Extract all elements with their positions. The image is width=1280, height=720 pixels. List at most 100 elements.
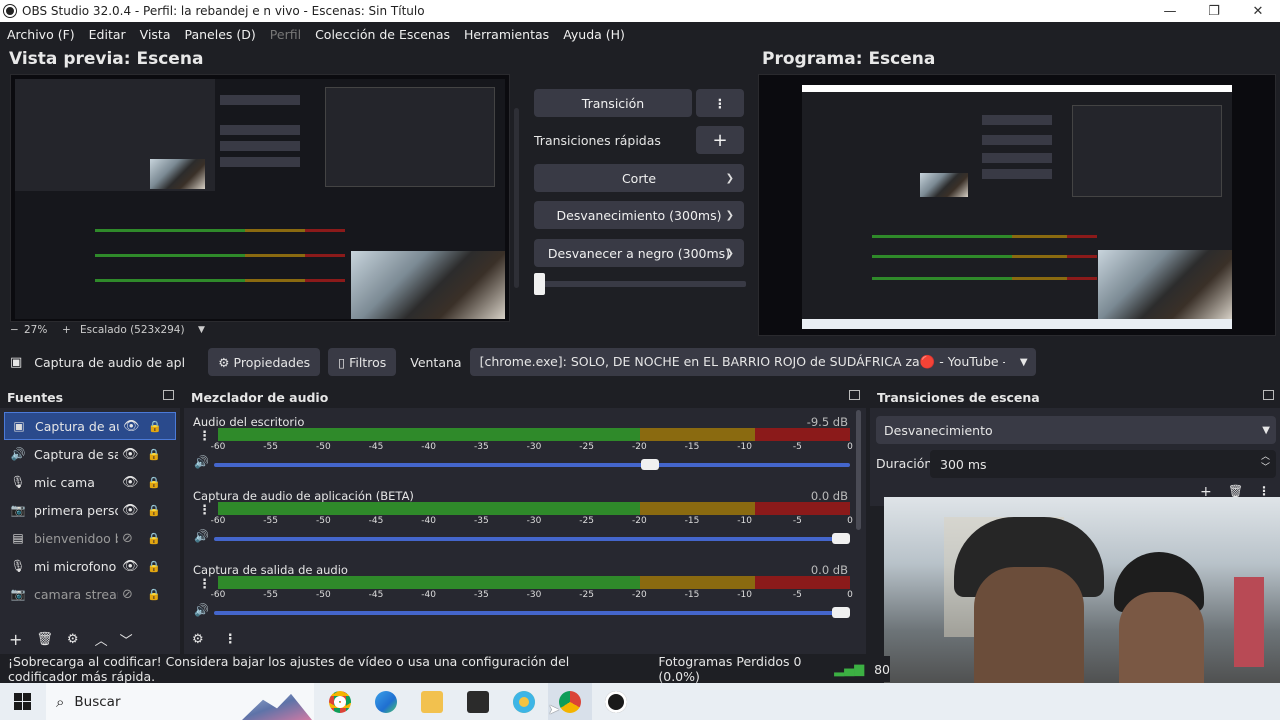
source-item[interactable]: 🎙 mic cama 👁 🔒	[4, 468, 176, 496]
scale-dropdown-icon[interactable]: ▼	[198, 325, 205, 335]
zoom-in-button[interactable]: +	[62, 324, 80, 336]
preview-scrollbar[interactable]	[514, 108, 519, 288]
sources-footer: + 🗑 ⚙ ︿ ﹀	[0, 624, 180, 654]
meter-tick-label: -15	[684, 516, 700, 526]
source-item-label: bienvenidoo bg	[34, 530, 118, 546]
program-canvas	[758, 74, 1276, 336]
speaker-icon[interactable]: 🔊	[194, 529, 209, 543]
window-select[interactable]: [chrome.exe]: SOLO, DE NOCHE en EL BARRI…	[469, 348, 1036, 376]
add-source-icon[interactable]: +	[9, 630, 22, 649]
menu-item-5[interactable]: Colección de Escenas	[315, 27, 450, 42]
zoom-out-button[interactable]: −	[10, 324, 24, 336]
windows-start-icon[interactable]	[14, 693, 31, 710]
volume-slider-handle[interactable]	[641, 459, 660, 470]
lock-icon[interactable]: 🔒	[147, 448, 161, 461]
lock-icon[interactable]: 🔒	[147, 476, 161, 489]
lock-icon[interactable]: 🔒	[147, 504, 161, 517]
volume-slider[interactable]	[214, 459, 850, 470]
quick-transition-cut[interactable]: Corte ❯	[534, 164, 744, 192]
sources-title: Fuentes	[7, 389, 64, 405]
lock-icon[interactable]: 🔒	[147, 588, 161, 601]
eye-icon[interactable]: 👁	[122, 447, 139, 462]
mixer-channel: Captura de salida de audio 0.0 dB ⋮ -60 -55 -…	[190, 563, 853, 637]
maximize-button[interactable]: ❐	[1192, 0, 1236, 22]
transition-select[interactable]: Desvanecimiento ▼	[876, 416, 1276, 444]
remove-transition-icon[interactable]: 🗑	[1228, 484, 1243, 498]
source-item[interactable]: 📷 camara streamer ⊘ 🔒	[4, 580, 176, 608]
channel-menu-kebab-icon[interactable]: ⋮	[198, 577, 211, 592]
source-item[interactable]: ▤ bienvenidoo bg ⊘ 🔒	[4, 524, 176, 552]
source-properties-icon[interactable]: ⚙	[67, 632, 79, 647]
meter-tick-label: -25	[579, 516, 595, 526]
volume-slider[interactable]	[214, 533, 850, 544]
meter-tick-label: -5	[792, 516, 802, 526]
source-item[interactable]: 🔊 Captura de salida de audio 👁 🔒	[4, 440, 176, 468]
eye-icon[interactable]: 👁	[122, 559, 139, 574]
menu-item-4[interactable]: Perfil	[270, 27, 301, 42]
undock-icon[interactable]	[163, 390, 174, 400]
minimize-button[interactable]: —	[1148, 0, 1192, 22]
menu-item-1[interactable]: Editar	[89, 27, 126, 42]
add-quick-transition-button[interactable]: +	[696, 126, 744, 154]
menu-item-7[interactable]: Ayuda (H)	[563, 27, 625, 42]
menu-item-2[interactable]: Vista	[140, 27, 171, 42]
channel-menu-kebab-icon[interactable]: ⋮	[198, 429, 211, 444]
remove-source-icon[interactable]: 🗑	[36, 632, 53, 647]
edge-icon[interactable]	[375, 691, 397, 713]
transition-menu-kebab-icon[interactable]: ⋮	[696, 89, 744, 117]
lock-icon[interactable]: 🔒	[148, 420, 162, 433]
camera-icon: 📷	[10, 503, 26, 517]
properties-label: Propiedades	[233, 354, 311, 370]
transition-kebab-icon[interactable]: ⋮	[1258, 484, 1270, 498]
duration-spinbox[interactable]: 300 ms ︿ ﹀	[930, 450, 1276, 478]
menu-item-3[interactable]: Paneles (D)	[185, 27, 256, 42]
speaker-icon[interactable]: 🔊	[194, 455, 209, 469]
source-item[interactable]: ▣ Captura de audio de aplicación 👁 🔒	[4, 412, 176, 440]
quick-transition-fade-black[interactable]: Desvanecer a negro (300ms) ❯	[534, 239, 744, 267]
menu-item-0[interactable]: Archivo (F)	[7, 27, 75, 42]
volume-slider-handle[interactable]	[832, 533, 850, 544]
quick-transition-fade[interactable]: Desvanecimiento (300ms) ❯	[534, 201, 744, 229]
filters-button[interactable]: ▯ Filtros	[328, 348, 397, 376]
lock-icon[interactable]: 🔒	[147, 532, 161, 545]
tbar-slider[interactable]	[534, 273, 746, 295]
eye-icon[interactable]: 👁	[123, 419, 140, 434]
transition-button[interactable]: Transición	[534, 89, 692, 117]
eye-hidden-icon[interactable]: ⊘	[122, 587, 133, 602]
meter-tick-label: -55	[263, 442, 279, 452]
chrome-icon[interactable]	[329, 691, 351, 713]
mixer-channel: Captura de audio de aplicación (BETA) 0.0…	[190, 489, 853, 563]
quick-transitions-label: Transiciones rápidas	[534, 133, 661, 148]
mixer-scrollbar[interactable]	[856, 410, 861, 530]
preview-canvas[interactable]	[10, 74, 510, 322]
taskbar-search-box[interactable]: ⌕ Buscar	[46, 683, 314, 720]
meter-tick-label: -10	[737, 590, 753, 600]
app-icon[interactable]	[513, 691, 535, 713]
undock-icon[interactable]	[1263, 390, 1274, 400]
channel-menu-kebab-icon[interactable]: ⋮	[198, 503, 211, 518]
chrome-profile-icon[interactable]	[559, 691, 581, 713]
menu-item-6[interactable]: Herramientas	[464, 27, 549, 42]
eye-icon[interactable]: 👁	[122, 475, 139, 490]
source-item[interactable]: 📷 primera persona 👁 🔒	[4, 496, 176, 524]
close-button[interactable]: ✕	[1236, 0, 1280, 22]
properties-button[interactable]: ⚙ Propiedades	[208, 348, 321, 376]
obs-taskbar-icon[interactable]	[605, 691, 627, 713]
tbar-handle[interactable]	[534, 273, 545, 295]
undock-icon[interactable]	[849, 390, 860, 400]
channel-name: Captura de salida de audio	[193, 563, 348, 577]
eye-hidden-icon[interactable]: ⊘	[122, 531, 133, 546]
lock-icon[interactable]: 🔒	[147, 560, 161, 573]
source-item[interactable]: 🎙 mi microfono 👁 🔒	[4, 552, 176, 580]
file-explorer-icon[interactable]	[421, 691, 443, 713]
volume-slider-handle[interactable]	[832, 607, 850, 618]
meter-tick-label: -20	[631, 442, 647, 452]
eye-icon[interactable]: 👁	[122, 503, 139, 518]
move-down-icon[interactable]: ﹀	[120, 630, 133, 649]
spin-arrows-icon[interactable]: ︿ ﹀	[1261, 452, 1270, 474]
move-up-icon[interactable]: ︿	[95, 630, 108, 649]
volume-slider[interactable]	[214, 607, 850, 618]
source-item-label: Captura de audio de aplicación	[35, 418, 119, 434]
mail-icon[interactable]	[467, 691, 489, 713]
speaker-icon[interactable]: 🔊	[194, 603, 209, 617]
